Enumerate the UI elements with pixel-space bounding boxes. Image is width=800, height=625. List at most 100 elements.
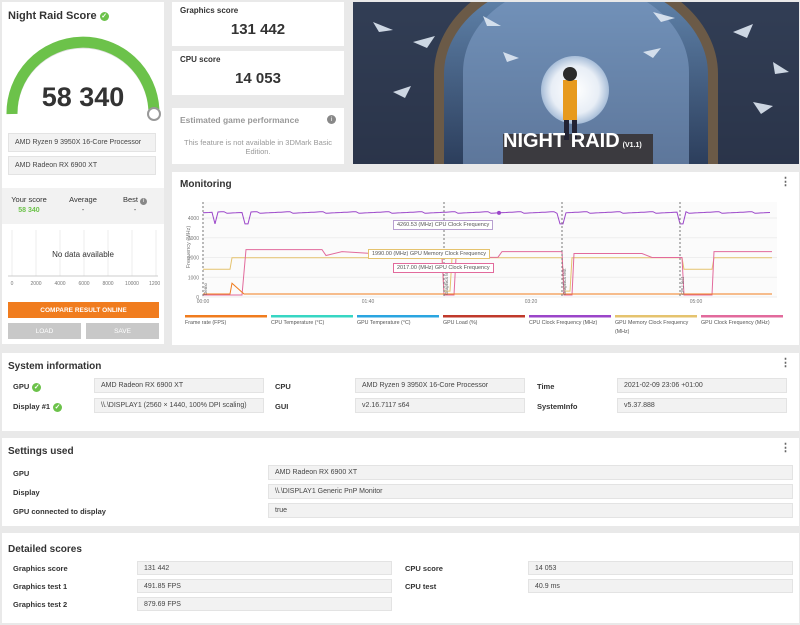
detail-cpu-test-label: CPU test <box>405 582 437 591</box>
gpu-value: AMD Radeon RX 6900 XT <box>101 382 184 389</box>
legend-label: Frame rate (FPS) <box>185 320 226 326</box>
banner-version: (V1.1) <box>622 142 642 149</box>
night-raid-banner: NIGHT RAID (V1.1) <box>353 2 799 164</box>
cpu-name: AMD Ryzen 9 3950X 16-Core Processor <box>15 139 142 146</box>
systeminfo-label: SystemInfo <box>537 402 578 411</box>
distribution-tick-label: 12000 <box>149 281 160 287</box>
compare-result-button[interactable]: COMPARE RESULT ONLINE <box>8 302 159 318</box>
score-title-text: Night Raid Score <box>8 10 97 22</box>
distribution-tick-label: 8000 <box>102 281 113 287</box>
test-marker-label: CPU test <box>680 276 685 295</box>
graphics-score-value: 131 442 <box>230 21 286 38</box>
settings-used-card: Settings used ⋮ GPU AMD Radeon RX 6900 X… <box>2 438 799 526</box>
detail-cpu-score-value: 14 053 <box>535 564 557 572</box>
detail-graphics-score-label: Graphics score <box>13 564 68 573</box>
distribution-tick-label: 10000 <box>125 281 139 287</box>
settings-gpu-label: GPU <box>13 469 30 478</box>
display-label-text: Display #1 <box>13 402 51 411</box>
detail-cpu-test-box: 40.9 ms <box>528 579 793 593</box>
average-value: - <box>81 207 85 214</box>
detail-graphics-test-1-box: 491.85 FPS <box>137 579 392 593</box>
game-performance-card: Estimated game performance i This featur… <box>172 108 344 164</box>
detail-graphics-test-1-value: 491.85 FPS <box>144 582 181 590</box>
detail-graphics-test-2-box: 879.69 FPS <box>137 597 392 611</box>
main-score: 58 340 <box>41 82 125 112</box>
best-value: - <box>133 207 137 214</box>
check-icon: ✓ <box>99 11 109 21</box>
cpu-score-card: CPU score 14 053 <box>172 51 344 95</box>
tooltip-cpu-clock: 4260.53 (MHz) CPU Clock Frequency <box>393 220 494 230</box>
best-label-text: Best <box>122 195 138 204</box>
legend-label: (MHz) <box>615 329 630 335</box>
legend-label: CPU Clock Frequency (MHz) <box>529 320 598 326</box>
cpu-label: CPU <box>275 382 291 391</box>
detail-graphics-test-1-label: Graphics test 1 <box>13 582 68 591</box>
settings-display-value-box: \\.\DISPLAY1 Generic PnP Monitor <box>268 484 793 499</box>
detailed-scores-card: Detailed scores Graphics score 131 442 G… <box>2 533 799 623</box>
tooltip-gpu-clock: 2017.00 (MHz) GPU Clock Frequency <box>393 263 494 273</box>
cpu-clock-point <box>497 210 501 215</box>
detail-cpu-score-box: 14 053 <box>528 561 793 575</box>
settings-used-title: Settings used <box>8 446 74 457</box>
gui-label: GUI <box>275 402 289 411</box>
info-icon[interactable]: i <box>140 198 148 205</box>
distribution-tick-label: 6000 <box>78 281 89 287</box>
system-information-card: System information ⋮ GPU ✓ AMD Radeon RX … <box>2 353 799 431</box>
time-value-box: 2021-02-09 23:06 +01:00 <box>617 378 787 393</box>
systeminfo-value: v5.37.888 <box>624 402 655 409</box>
systeminfo-value-box: v5.37.888 <box>617 398 787 413</box>
frequency-axis-label: Frequency (MHz) <box>186 225 192 269</box>
time-value: 2021-02-09 23:06 +01:00 <box>624 382 703 389</box>
system-information-title: System information <box>8 361 102 372</box>
gui-value: v2.16.7117 s64 <box>362 402 410 409</box>
legend-swatch <box>615 315 697 318</box>
score-title: Night Raid Score ✓ <box>8 10 109 22</box>
legend-label: GPU Load (%) <box>443 320 478 326</box>
gpu-label: GPU ✓ <box>13 382 42 392</box>
monitoring-x-tick: 00:00 <box>197 299 210 305</box>
display-value-box: \\.\DISPLAY1 (2560 × 1440, 100% DPI scal… <box>94 398 264 413</box>
distribution-tick-label: 0 <box>11 281 14 287</box>
detail-graphics-score-box: 131 442 <box>137 561 392 575</box>
cpu-value: AMD Ryzen 9 3950X 16-Core Processor <box>362 382 489 389</box>
legend-label: GPU Temperature (°C) <box>357 320 411 326</box>
legend-swatch <box>185 315 267 318</box>
detail-cpu-score-label: CPU score <box>405 564 443 573</box>
graphics-score-label: Graphics score <box>180 6 239 15</box>
legend-label: GPU Clock Frequency (MHz) <box>701 320 770 326</box>
cpu-score-label: CPU score <box>180 55 221 64</box>
distribution-tick-label: 2000 <box>30 281 41 287</box>
game-performance-title-text: Estimated game performance <box>180 115 300 125</box>
settings-gpu-connected-value: true <box>275 507 288 514</box>
detail-cpu-test-value: 40.9 ms <box>535 582 560 590</box>
check-icon: ✓ <box>32 382 42 392</box>
distribution-tick-label: 4000 <box>54 281 65 287</box>
gpu-value-box: AMD Radeon RX 6900 XT <box>94 378 264 393</box>
gpu-name-box: AMD Radeon RX 6900 XT <box>8 156 156 175</box>
load-button[interactable]: LOAD <box>8 323 81 339</box>
your-score-value: 58 340 <box>18 207 40 214</box>
system-information-menu-icon[interactable]: ⋮ <box>780 358 791 369</box>
test-marker-label: Demo <box>203 282 208 295</box>
tooltip-gpu-memory-clock: 1990.00 (MHz) GPU Memory Clock Frequency <box>368 249 491 259</box>
cpu-value-box: AMD Ryzen 9 3950X 16-Core Processor <box>355 378 525 393</box>
settings-used-menu-icon[interactable]: ⋮ <box>780 443 791 454</box>
info-icon[interactable]: i <box>327 115 336 124</box>
detail-graphics-test-2-value: 879.69 FPS <box>144 600 181 608</box>
banner-title-text: NIGHT RAID <box>503 130 620 152</box>
legend-swatch <box>701 315 783 318</box>
settings-gpu-connected-value-box: true <box>268 503 793 518</box>
score-panel: Night Raid Score ✓ 58 340 AMD Ryzen 9 395… <box>2 2 164 344</box>
no-data-text: No data available <box>52 250 114 259</box>
game-performance-title: Estimated game performance <box>180 115 299 125</box>
graphics-score-card: Graphics score 131 442 <box>172 2 344 46</box>
settings-display-label: Display <box>13 488 40 497</box>
display-value: \\.\DISPLAY1 (2560 × 1440, 100% DPI scal… <box>101 402 247 409</box>
cpu-name-box: AMD Ryzen 9 3950X 16-Core Processor <box>8 133 156 152</box>
gpu-label-text: GPU <box>13 382 30 391</box>
detail-graphics-test-2-label: Graphics test 2 <box>13 600 68 609</box>
legend-swatch <box>443 315 525 318</box>
save-button[interactable]: SAVE <box>86 323 159 339</box>
display-label: Display #1 ✓ <box>13 402 63 412</box>
settings-gpu-value: AMD Radeon RX 6900 XT <box>275 469 358 476</box>
